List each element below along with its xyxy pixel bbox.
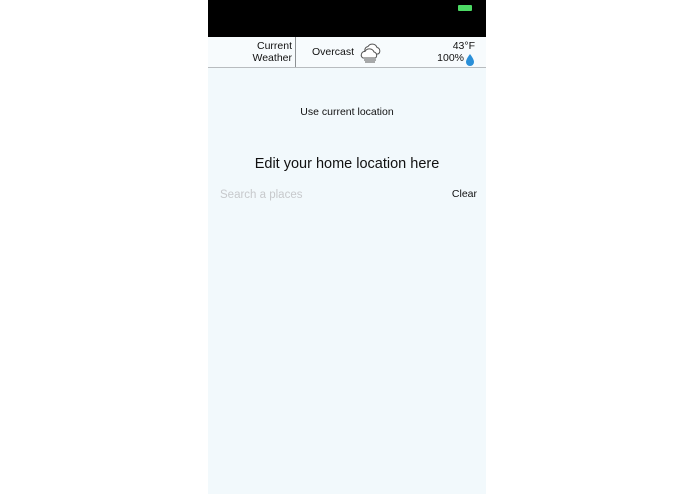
current-weather-label: Current Weather bbox=[208, 37, 296, 67]
battery-icon bbox=[458, 5, 472, 11]
status-bar bbox=[208, 0, 486, 37]
temperature: 43°F bbox=[452, 40, 475, 52]
current-weather-line1: Current bbox=[256, 40, 292, 52]
use-current-location-button[interactable]: Use current location bbox=[208, 106, 486, 118]
water-drop-icon bbox=[466, 54, 474, 66]
page-title: Edit your home location here bbox=[254, 156, 440, 172]
app-screen: Current Weather Overcast 43°F 100% Use c… bbox=[208, 0, 486, 494]
overcast-cloud-icon bbox=[360, 43, 381, 63]
weather-condition: Overcast bbox=[312, 46, 355, 58]
current-weather-line2: Weather bbox=[252, 52, 293, 64]
search-input[interactable] bbox=[220, 186, 440, 204]
humidity: 100% bbox=[437, 52, 464, 64]
weather-bar: Current Weather Overcast 43°F 100% bbox=[208, 37, 486, 68]
clear-button[interactable]: Clear bbox=[452, 188, 477, 200]
